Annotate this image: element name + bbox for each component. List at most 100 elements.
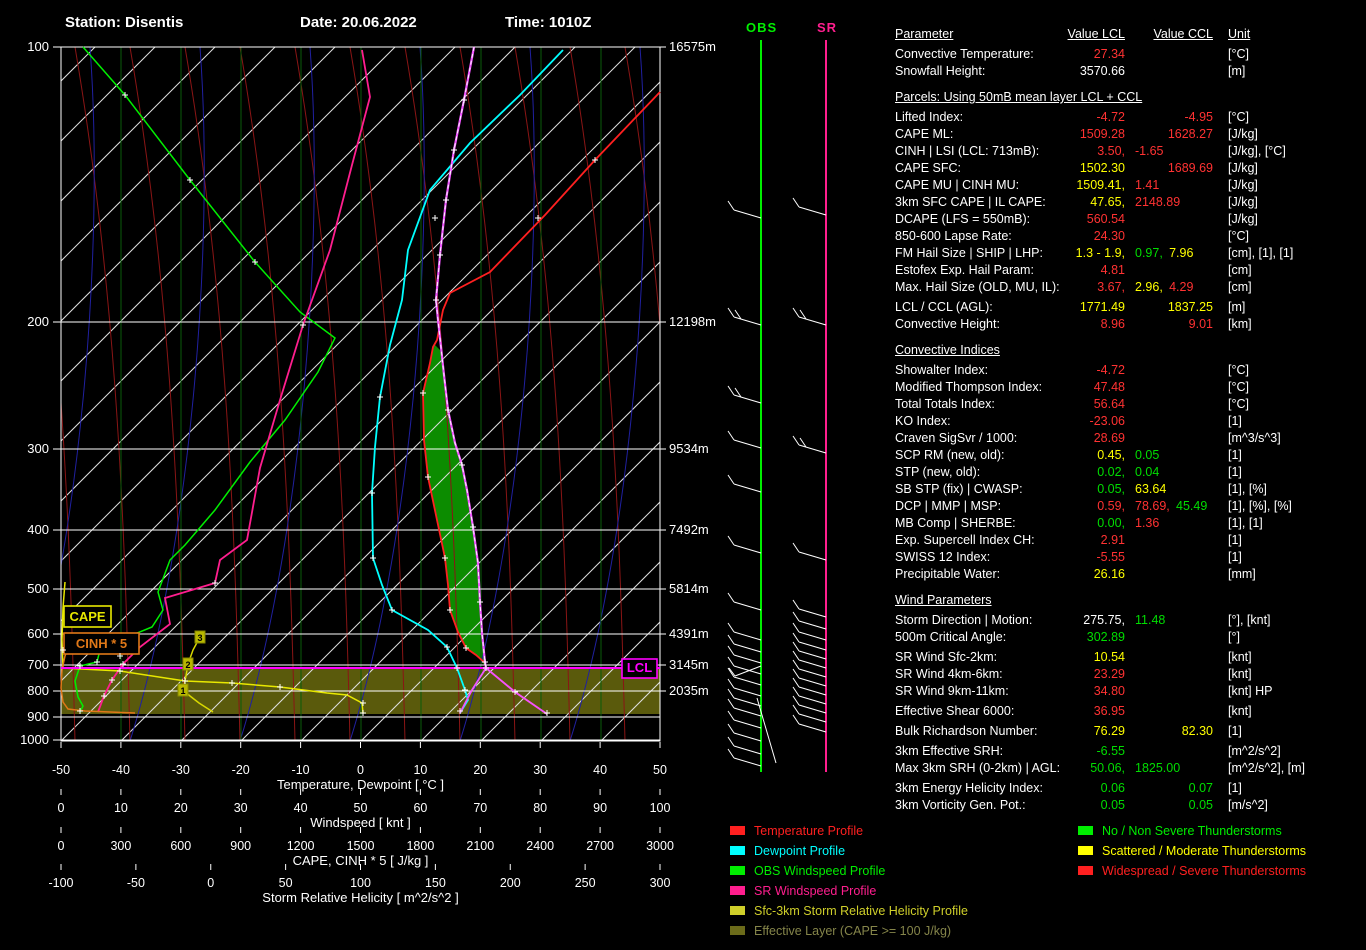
parameter-row: Max. Hail Size (OLD, MU, IL): 3.67, 2.96, … (895, 279, 1366, 296)
parameter-row: Showalter Index: -4.72 [°C] (895, 362, 1366, 379)
parameter-label: KO Index: (895, 414, 951, 428)
cape-axis-tick-label: 2400 (526, 839, 554, 853)
profile-legend-item: Effective Layer (CAPE >= 100 J/kg) (730, 924, 968, 944)
value-lcl: 560.54 (1086, 212, 1125, 226)
value-ccl: 1689.69 (1167, 161, 1213, 175)
value-lcl: 0.02, (1097, 465, 1125, 479)
parameter-row: LCL / CCL (AGL): 1771.49 1837.25 [m] (895, 299, 1366, 316)
parameter-row: SCP RM (new, old): 0.45, 0.05 [1] (895, 447, 1366, 464)
unit-label: [J/kg] (1228, 195, 1258, 209)
wind-barb (733, 707, 762, 717)
wind-barb-tick (792, 197, 800, 208)
wind-barb (733, 439, 762, 449)
wind-barb (733, 394, 762, 404)
cape-axis-tick-label: 300 (110, 839, 131, 853)
thunderstorm-legend-item: Scattered / Moderate Thunderstorms (1078, 844, 1306, 864)
wind-barb (733, 601, 762, 611)
skewt-diagram: 100200300400500600700800900100016575m121… (20, 39, 827, 905)
height-label: 3145m (669, 657, 709, 672)
value-lcl: 1509.41, (1076, 178, 1125, 192)
value-extra-item: 1825.00 (1135, 761, 1181, 775)
header-value-ccl: Value CCL (1153, 27, 1213, 41)
legend-swatch (730, 906, 745, 915)
wind-barb (798, 723, 827, 733)
wind-barb (798, 677, 827, 687)
panel-section-title: Convective Indices (895, 343, 1000, 357)
parameter-label: Total Totals Index: (895, 397, 995, 411)
windspeed-axis-tick-label: 20 (174, 801, 188, 815)
header-unit: Unit (1228, 27, 1251, 41)
unit-label: [J/kg] (1228, 212, 1258, 226)
legend-swatch (730, 846, 745, 855)
value-lcl: 50.06, (1090, 761, 1125, 775)
srh-axis-tick-label: 200 (500, 876, 521, 890)
value-extra: 2148.89 (1135, 194, 1180, 211)
legend-label: Widespread / Severe Thunderstorms (1102, 864, 1307, 878)
parameter-label: Max. Hail Size (OLD, MU, IL): (895, 280, 1060, 294)
legend-label: SR Windspeed Profile (754, 884, 877, 898)
temperature-axis-tick-label: -20 (232, 763, 250, 777)
height-label: 4391m (669, 626, 709, 641)
legend-swatch (730, 926, 745, 935)
wind-barb-tick (792, 686, 800, 697)
unit-label: [m] (1228, 64, 1246, 78)
parameter-row: Storm Direction | Motion: 275.75, 11.48 [°]… (895, 612, 1366, 629)
height-label: 16575m (669, 39, 716, 54)
parameter-row: KO Index: -23.06 [1] (895, 413, 1366, 430)
cape-axis-tick-label: 3000 (646, 839, 674, 853)
unit-label: [mm] (1228, 567, 1256, 581)
wind-barb-tick (727, 430, 735, 441)
panel-rows: Convective Temperature: 27.34 [°C] Snowfall… (895, 46, 1366, 814)
profile-legend-item: SR Windspeed Profile (730, 884, 968, 904)
unit-label: [m] (1228, 300, 1246, 314)
parameter-row: 500m Critical Angle: 302.89 [°] (895, 629, 1366, 646)
parameter-label: 3km SFC CAPE | IL CAPE: (895, 195, 1046, 209)
wind-barb (798, 650, 827, 660)
wind-barb-tick (792, 641, 800, 652)
parameter-row: FM Hail Size | SHIP | LHP: 1.3 - 1.9, 0.97… (895, 245, 1366, 262)
cape-axis-tick-label: 2100 (466, 839, 494, 853)
legend-label: Effective Layer (CAPE >= 100 J/kg) (754, 924, 952, 938)
parameter-label: DCP | MMP | MSP: (895, 499, 1002, 513)
value-lcl: 1502.30 (1079, 161, 1125, 175)
unit-label: [1] (1228, 533, 1242, 547)
wind-barb (733, 483, 762, 493)
wind-barb (798, 704, 827, 714)
unit-label: [°C] (1228, 397, 1249, 411)
parameter-row: Exp. Supercell Index CH: 2.91 [1] (895, 532, 1366, 549)
temperature-axis-tick-label: -50 (52, 763, 70, 777)
profile-legend: Temperature Profile Dewpoint Profile OBS W… (730, 824, 968, 944)
windspeed-axis-tick-label: 90 (593, 801, 607, 815)
wind-barb (733, 745, 762, 755)
pressure-label: 200 (27, 314, 49, 329)
parameter-label: LCL / CCL (AGL): (895, 300, 993, 314)
wind-barb (733, 631, 762, 641)
parameter-label: CAPE SFC: (895, 161, 961, 175)
value-extra-item: 45.49 (1169, 499, 1208, 513)
thunderstorm-legend: No / Non Severe Thunderstorms Scattered /… (1078, 824, 1306, 884)
parameter-label: FM Hail Size | SHIP | LHP: (895, 246, 1043, 260)
unit-label: [°C] (1228, 363, 1249, 377)
windspeed-axis-tick-label: 10 (114, 801, 128, 815)
legend-label: Dewpoint Profile (754, 844, 846, 858)
height-label: 7492m (669, 522, 709, 537)
value-lcl: -5.55 (1096, 550, 1126, 564)
temperature-axis-tick-label: 40 (593, 763, 607, 777)
value-extra: 0.04 (1135, 464, 1159, 481)
parameter-label: CAPE ML: (895, 127, 954, 141)
parameter-row: CAPE MU | CINH MU: 1509.41, 1.41 [J/kg] (895, 177, 1366, 194)
unit-label: [1] (1228, 781, 1242, 795)
windspeed-axis-tick-label: 0 (58, 801, 65, 815)
legend-swatch (730, 886, 745, 895)
parameter-label: Convective Height: (895, 317, 1000, 331)
unit-label: [1], [%] (1228, 482, 1267, 496)
temperature-axis-tick-label: 10 (413, 763, 427, 777)
parameter-label: SR Wind 4km-6km: (895, 667, 1003, 681)
parameter-row: Bulk Richardson Number: 76.29 82.30 [1] (895, 723, 1366, 740)
parameter-label: Storm Direction | Motion: (895, 613, 1033, 627)
value-extra-item: 7.96 (1162, 246, 1194, 260)
parameter-label: SB STP (fix) | CWASP: (895, 482, 1023, 496)
unit-label: [m/s^2] (1228, 798, 1268, 812)
value-extra: 2.96, 4.29 (1135, 279, 1193, 296)
value-lcl: 28.69 (1093, 431, 1125, 445)
